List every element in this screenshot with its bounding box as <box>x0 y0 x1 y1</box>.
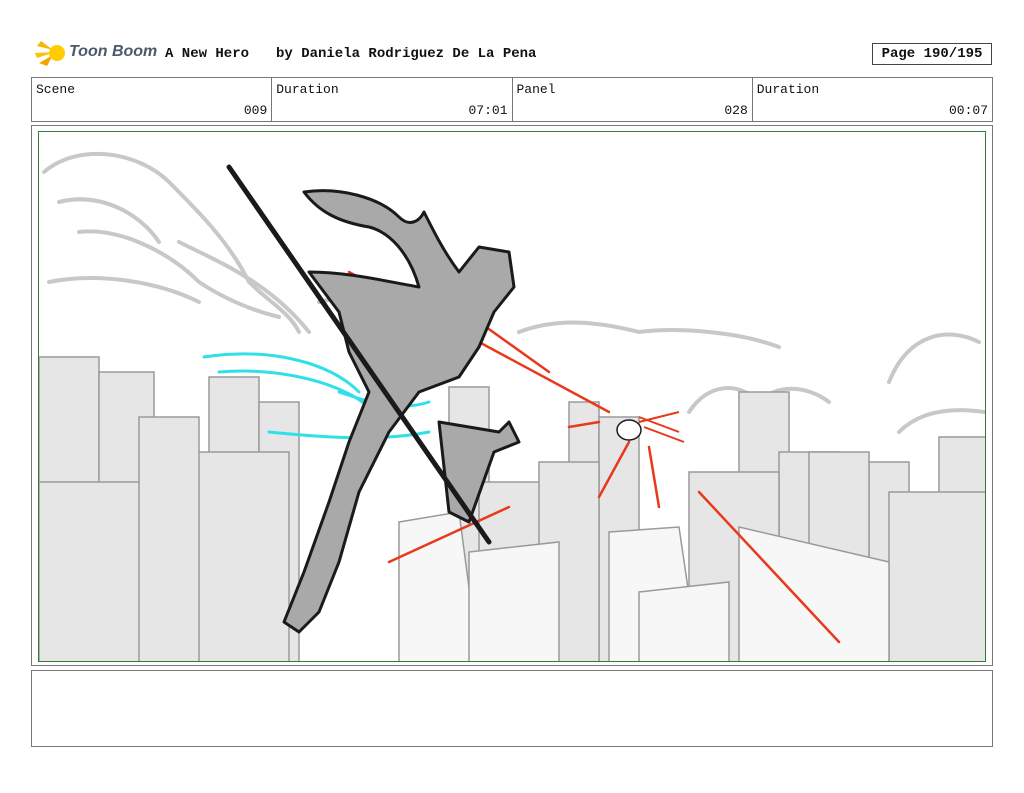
panel-frame <box>31 125 993 666</box>
project-author: by Daniela Rodriguez De La Pena <box>276 46 537 62</box>
scene-duration-label: Duration <box>276 82 339 97</box>
sketch-drawing <box>39 151 985 661</box>
panel-cell: Panel 028 <box>513 78 753 121</box>
panel-duration-value: 00:07 <box>948 103 988 118</box>
scene-value: 009 <box>243 103 268 118</box>
project-title: A New Hero <box>165 46 250 62</box>
scene-label: Scene <box>36 82 76 97</box>
clouds <box>42 151 985 434</box>
panel-duration-label: Duration <box>756 82 820 97</box>
storyboard-image <box>38 131 986 662</box>
notes-box <box>31 670 993 747</box>
scene-duration-value: 07:01 <box>468 103 508 118</box>
logo-text: Toon Boom <box>69 43 158 60</box>
toon-boom-logo: Toon Boom <box>33 38 157 68</box>
panel-label: Panel <box>516 82 556 97</box>
panel-info-row: Scene 009 Duration 07:01 Panel 028 Durat… <box>31 77 993 122</box>
scene-cell: Scene 009 <box>32 78 273 121</box>
page-counter: Page 190/195 <box>872 43 992 65</box>
panel-duration-cell: Duration 00:07 <box>753 78 992 121</box>
storyboard-header: Toon Boom A New Hero by Daniela Rodrigue… <box>31 38 993 70</box>
scene-duration-cell: Duration 07:01 <box>272 78 513 121</box>
panel-value: 028 <box>724 103 748 118</box>
